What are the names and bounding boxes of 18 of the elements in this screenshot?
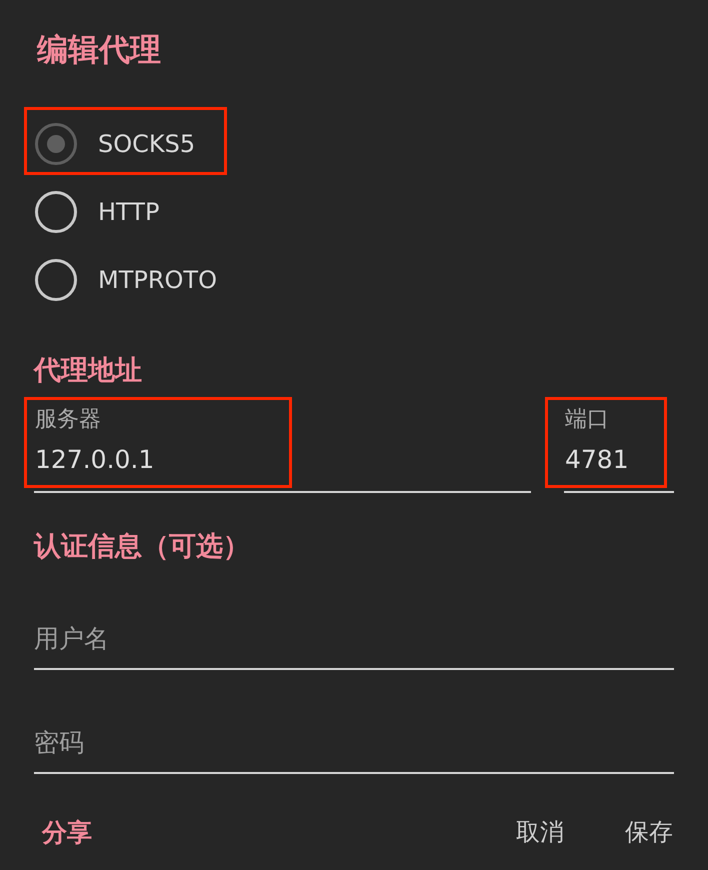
- field-value: 4781: [565, 444, 629, 476]
- field-label: 端口: [565, 406, 609, 434]
- share-button[interactable]: 分享: [34, 808, 100, 856]
- radio-label[interactable]: MTPROTO: [98, 265, 217, 295]
- text-button[interactable]: 取消: [508, 808, 572, 856]
- dialog-title: 编辑代理: [37, 31, 161, 70]
- text-field[interactable]: 服务器 127.0.0.1: [24, 397, 531, 493]
- radio-label[interactable]: SOCKS5: [98, 129, 196, 159]
- input-field[interactable]: 密码: [34, 722, 674, 774]
- field-label: 服务器: [35, 406, 101, 434]
- radio-label[interactable]: HTTP: [98, 197, 160, 227]
- section-heading: 认证信息（可选）: [34, 530, 250, 564]
- field-value: 127.0.0.1: [35, 444, 154, 476]
- radio-icon[interactable]: [35, 123, 77, 165]
- text-field[interactable]: 端口 4781: [545, 397, 674, 493]
- section-heading: 代理地址: [34, 354, 142, 388]
- input-field[interactable]: 用户名: [34, 618, 674, 670]
- text-button[interactable]: 保存: [617, 808, 681, 856]
